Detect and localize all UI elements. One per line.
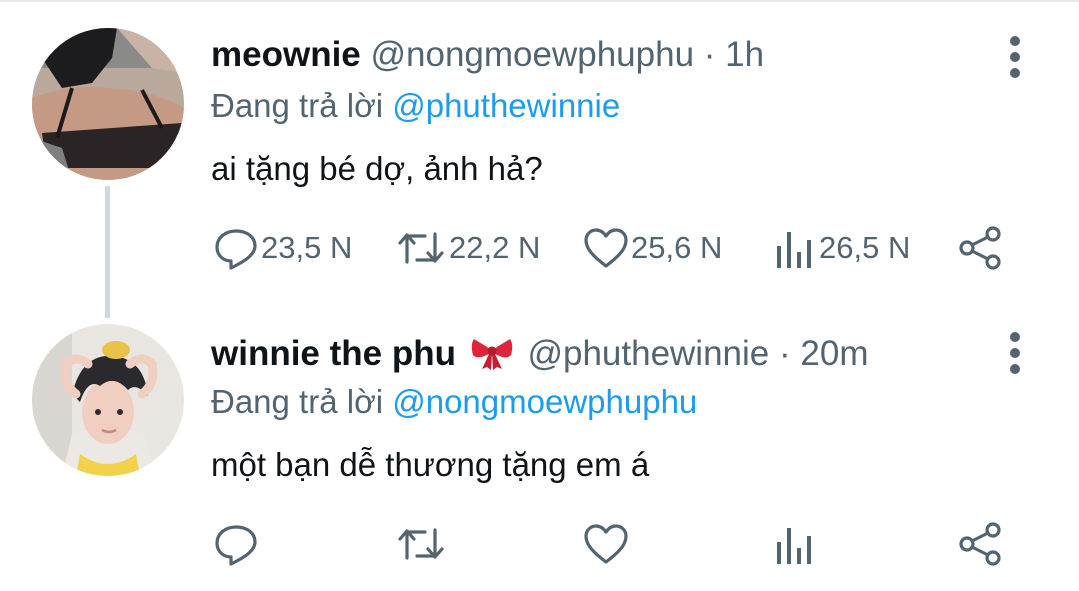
reply-mention-link[interactable]: @phuthewinnie xyxy=(392,87,620,124)
display-name[interactable]: meownie xyxy=(211,35,361,74)
views-button[interactable]: 26,5 N xyxy=(773,226,910,270)
display-name[interactable]: winnie the phu xyxy=(211,334,456,373)
retweet-button[interactable] xyxy=(395,522,447,566)
avatar[interactable] xyxy=(32,28,184,180)
views-button[interactable] xyxy=(773,522,817,566)
retweet-icon xyxy=(398,232,444,264)
tweet-text: một bạn dễ thương tặng em á xyxy=(211,446,650,483)
retweet-count: 22,2 N xyxy=(449,230,541,265)
reply-prefix: Đang trả lời xyxy=(211,87,384,124)
views-icon xyxy=(777,232,811,268)
reply-button[interactable] xyxy=(213,522,259,566)
reply-mention-link[interactable]: @nongmoewphuphu xyxy=(392,383,697,420)
share-button[interactable] xyxy=(958,522,1004,566)
tweet-2[interactable]: winnie the phu @phuthewinnie · 20m Đang … xyxy=(0,300,1079,591)
avatar[interactable] xyxy=(32,324,184,476)
views-count: 26,5 N xyxy=(819,230,911,265)
like-button[interactable] xyxy=(583,522,629,566)
views-icon xyxy=(777,528,811,564)
reply-context: Đang trả lời @phuthewinnie xyxy=(211,86,620,126)
retweet-icon xyxy=(398,528,444,560)
thread-connector xyxy=(105,186,110,318)
more-icon[interactable] xyxy=(1000,331,1030,375)
reply-icon xyxy=(215,525,257,566)
user-handle[interactable]: @nongmoewphuphu xyxy=(371,35,695,74)
more-icon[interactable] xyxy=(1000,35,1030,79)
tweet-text: ai tặng bé dợ, ảnh hả? xyxy=(211,150,543,187)
ribbon-bow-icon xyxy=(471,339,513,370)
timestamp[interactable]: 20m xyxy=(800,334,868,373)
action-bar: 23,5 N 22,2 N 25,6 N 26,5 N xyxy=(213,226,1013,270)
like-icon xyxy=(584,524,628,564)
retweet-button[interactable]: 22,2 N xyxy=(395,226,540,270)
share-icon xyxy=(959,226,1001,270)
reply-button[interactable]: 23,5 N xyxy=(213,226,352,270)
like-button[interactable]: 25,6 N xyxy=(583,226,722,270)
tweet-1[interactable]: meownie @nongmoewphuphu · 1h Đang trả lờ… xyxy=(0,0,1079,318)
avatar-photo xyxy=(32,324,184,476)
tweet-header: winnie the phu @phuthewinnie · 20m xyxy=(211,334,868,374)
reply-prefix: Đang trả lời xyxy=(211,383,384,420)
like-count: 25,6 N xyxy=(631,230,723,265)
timestamp[interactable]: 1h xyxy=(725,35,764,74)
reply-icon xyxy=(215,229,257,270)
tweet-header: meownie @nongmoewphuphu · 1h xyxy=(211,35,764,75)
share-button[interactable] xyxy=(958,226,1004,270)
share-icon xyxy=(959,522,1001,566)
separator-dot: · xyxy=(703,35,716,74)
user-handle[interactable]: @phuthewinnie xyxy=(527,334,769,373)
reply-count: 23,5 N xyxy=(261,230,353,265)
reply-context: Đang trả lời @nongmoewphuphu xyxy=(211,382,697,422)
action-bar xyxy=(213,522,1013,566)
avatar-photo xyxy=(32,28,184,180)
separator-dot: · xyxy=(779,334,791,373)
like-icon xyxy=(584,228,628,268)
